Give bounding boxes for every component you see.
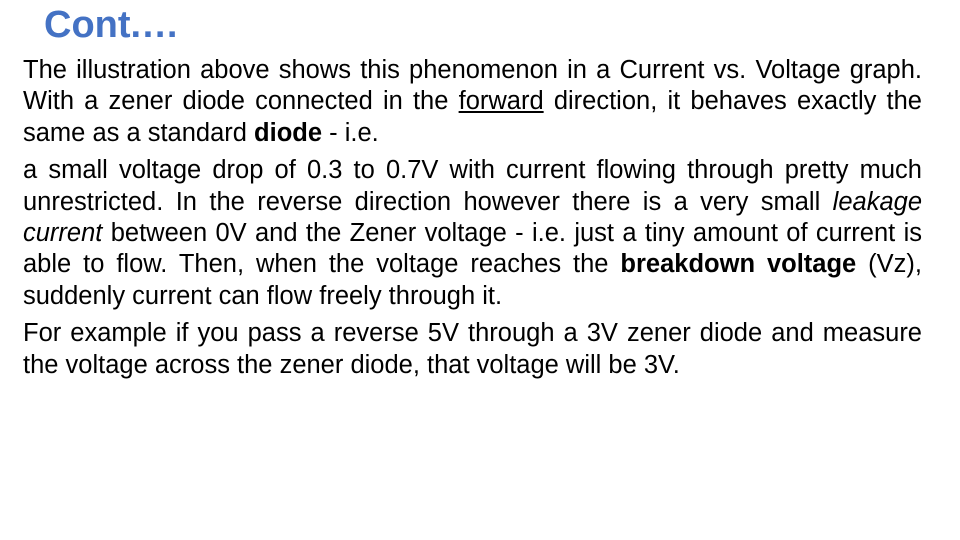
text-run-normal: For example if you pass a reverse 5V thr… — [23, 319, 922, 379]
text-run-underline: forward — [458, 87, 544, 116]
slide: Cont.… The illustration above shows this… — [0, 0, 960, 540]
text-run-bold: diode — [254, 118, 323, 147]
paragraph-2: a small voltage drop of 0.3 to 0.7V with… — [23, 155, 922, 312]
text-run-normal: - i.e. — [322, 118, 379, 147]
text-run-bold: breakdown voltage — [620, 250, 857, 279]
slide-body: The illustration above shows this phenom… — [23, 55, 922, 381]
paragraph-1: The illustration above shows this phenom… — [23, 55, 922, 149]
page-title: Cont.… — [44, 4, 180, 46]
paragraph-3: For example if you pass a reverse 5V thr… — [23, 318, 922, 381]
text-run-normal: a small voltage drop of 0.3 to 0.7V with… — [23, 156, 922, 216]
